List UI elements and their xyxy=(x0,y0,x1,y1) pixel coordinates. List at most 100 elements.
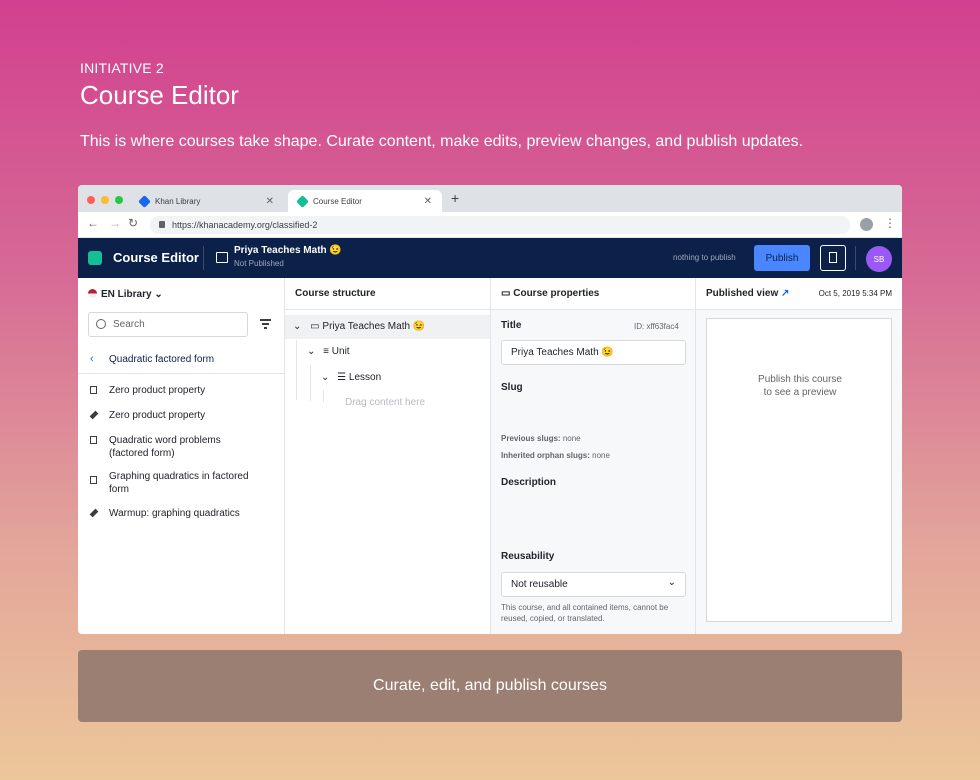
book-icon: ▭ xyxy=(501,288,511,299)
page-title: Course Editor xyxy=(80,80,239,110)
external-link-icon[interactable]: ↗ xyxy=(781,288,789,299)
tab-bar: Khan Library ✕ Course Editor ✕ + xyxy=(78,185,902,212)
avatar[interactable]: SB xyxy=(866,246,892,272)
drop-zone[interactable]: Drag content here xyxy=(345,391,425,415)
lock-icon xyxy=(159,221,165,228)
previous-slugs: Previous slugs: none xyxy=(501,434,581,443)
browser-profile-icon[interactable] xyxy=(860,218,873,231)
back-icon[interactable]: ← xyxy=(87,216,99,230)
preview-placeholder: Publish this course to see a preview xyxy=(707,373,893,399)
tree-guide xyxy=(310,365,311,401)
reusability-select[interactable]: Not reusable ⌄ xyxy=(501,572,686,597)
page-description: This is where courses take shape. Curate… xyxy=(80,133,804,150)
app-name: Course Editor xyxy=(113,250,199,265)
close-window-button[interactable] xyxy=(87,196,95,204)
url-field[interactable]: https://khanacademy.org/classified-2 xyxy=(150,216,850,234)
pane-header: Published view ↗ Oct 5, 2019 5:34 PM xyxy=(696,278,902,310)
khan-logo-icon[interactable] xyxy=(88,251,102,265)
initiative-kicker: INITIATIVE 2 xyxy=(80,60,164,76)
orphan-slugs-label: Inherited orphan slugs: xyxy=(501,451,590,460)
chevron-left-icon[interactable]: ‹ xyxy=(90,353,94,365)
article-icon xyxy=(90,476,97,484)
url-text: https://khanacademy.org/classified-2 xyxy=(172,220,318,230)
preview-line: to see a preview xyxy=(763,387,837,398)
slug-label: Slug xyxy=(501,382,523,393)
close-icon[interactable]: ✕ xyxy=(266,196,274,207)
reusability-help: This course, and all contained items, ca… xyxy=(501,603,669,623)
title-field[interactable]: Priya Teaches Math 😉 xyxy=(501,340,686,365)
tree-unit-label: Unit xyxy=(331,346,350,357)
reusability-value: Not reusable xyxy=(511,579,568,590)
tree-course[interactable]: ⌄ ▭ Priya Teaches Math 😉 xyxy=(285,315,490,339)
course-properties-pane: ▭ Course properties Title ID: xff63fac4 … xyxy=(491,278,696,634)
khan-library-favicon-icon xyxy=(138,194,151,208)
preview-frame: Publish this course to see a preview xyxy=(706,318,892,622)
publish-button[interactable]: Publish xyxy=(754,245,810,271)
tree-lesson-label: Lesson xyxy=(348,372,382,383)
course-status: Not Published xyxy=(234,259,284,268)
orphan-slugs: Inherited orphan slugs: none xyxy=(501,451,610,460)
chevron-down-icon[interactable]: ⌄ xyxy=(307,346,315,357)
course-icon xyxy=(216,252,228,263)
course-structure-pane: Course structure ⌄ ▭ Priya Teaches Math … xyxy=(285,278,491,634)
list-item[interactable]: Graphing quadratics in factored form xyxy=(109,470,259,496)
tab-course-editor[interactable]: Course Editor ✕ xyxy=(288,190,442,212)
book-icon: ▭ xyxy=(310,321,320,332)
divider xyxy=(203,246,204,270)
reusability-label: Reusability xyxy=(501,551,555,562)
previous-slugs-label: Previous slugs: xyxy=(501,434,561,443)
close-icon[interactable]: ✕ xyxy=(424,196,432,207)
new-tab-button[interactable]: + xyxy=(451,190,459,206)
course-editor-favicon-icon xyxy=(296,194,309,208)
search-placeholder: Search xyxy=(113,319,145,330)
unit-icon: ≡ xyxy=(323,346,330,357)
us-flag-icon xyxy=(88,289,97,298)
pane-header: ▭ Course properties xyxy=(491,278,695,310)
pane-header-label: Published view xyxy=(706,288,779,299)
forward-icon[interactable]: → xyxy=(109,216,121,230)
search-icon xyxy=(96,319,106,329)
reload-icon[interactable]: ↻ xyxy=(128,216,138,230)
minimize-window-button[interactable] xyxy=(101,196,109,204)
article-icon xyxy=(90,386,97,394)
library-label: EN Library xyxy=(101,289,152,300)
exercise-icon xyxy=(89,508,99,518)
chevron-down-icon: ⌄ xyxy=(154,289,163,300)
tree-lesson[interactable]: ⌄ ☰ Lesson xyxy=(321,366,381,390)
address-bar: ← → ↻ https://khanacademy.org/classified… xyxy=(78,212,902,238)
publish-status: nothing to publish xyxy=(673,253,736,262)
browser-window: Khan Library ✕ Course Editor ✕ + ← → ↻ h… xyxy=(78,185,902,634)
tab-khan-library[interactable]: Khan Library ✕ xyxy=(130,190,284,212)
preview-line: Publish this course xyxy=(758,374,842,385)
list-item[interactable]: Warmup: graphing quadratics xyxy=(109,507,259,520)
orphan-slugs-value: none xyxy=(592,451,610,460)
intro: INITIATIVE 2 Course Editor This is where… xyxy=(80,60,803,151)
tab-label: Course Editor xyxy=(313,196,362,206)
course-title: Priya Teaches Math 😉 xyxy=(234,245,342,256)
library-selector[interactable]: EN Library ⌄ xyxy=(88,289,163,300)
breadcrumb-label: Quadratic factored form xyxy=(109,354,215,365)
article-icon xyxy=(90,436,97,444)
list-item[interactable]: Quadratic word problems (factored form) xyxy=(109,434,259,460)
tab-label: Khan Library xyxy=(155,196,201,206)
tree-guide xyxy=(296,340,297,400)
breadcrumb[interactable]: ‹ Quadratic factored form xyxy=(78,348,285,374)
previous-slugs-value: none xyxy=(562,434,581,443)
caption: Curate, edit, and publish courses xyxy=(78,650,902,722)
browser-menu-icon[interactable]: ⋮ xyxy=(884,216,896,230)
history-button[interactable] xyxy=(820,245,846,271)
library-pane: EN Library ⌄ Search ‹ Quadratic factored… xyxy=(78,278,285,634)
title-label: Title xyxy=(501,320,522,331)
chevron-down-icon[interactable]: ⌄ xyxy=(293,321,301,332)
tree-unit[interactable]: ⌄ ≡ Unit xyxy=(307,340,350,364)
tree-guide xyxy=(323,390,324,402)
list-item[interactable]: Zero product property xyxy=(109,409,259,422)
tree-course-label: Priya Teaches Math 😉 xyxy=(322,321,426,332)
divider xyxy=(855,246,856,270)
search-input[interactable]: Search xyxy=(88,312,248,337)
list-item[interactable]: Zero product property xyxy=(109,384,259,397)
filter-icon[interactable] xyxy=(260,319,271,331)
chevron-down-icon[interactable]: ⌄ xyxy=(321,372,329,383)
pane-header: Course structure xyxy=(285,278,490,310)
maximize-window-button[interactable] xyxy=(115,196,123,204)
